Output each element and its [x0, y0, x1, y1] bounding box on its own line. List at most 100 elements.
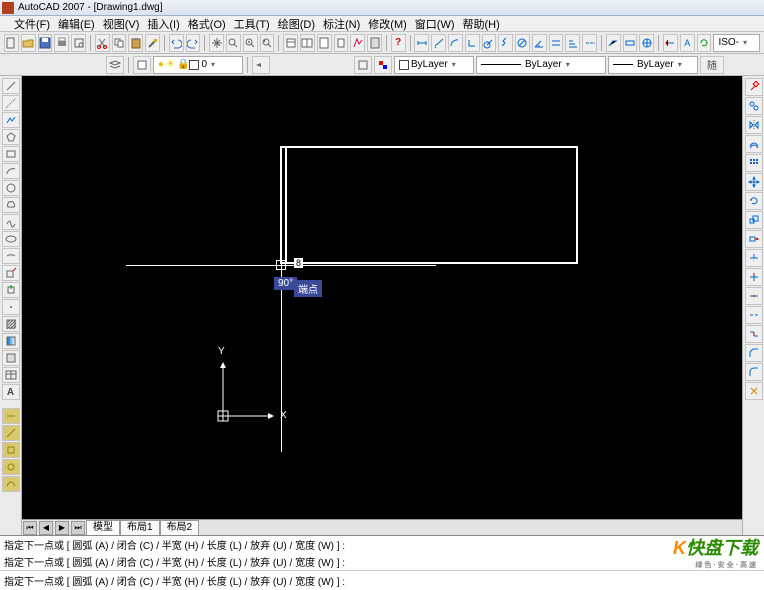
break-at-point-icon[interactable] [745, 287, 763, 305]
join-tool-icon[interactable] [745, 325, 763, 343]
extra-5-icon[interactable] [2, 476, 20, 492]
preview-icon[interactable] [71, 34, 86, 52]
line-tool-icon[interactable] [2, 78, 20, 94]
explode-tool-icon[interactable] [745, 382, 763, 400]
menu-modify[interactable]: 修改(M) [368, 16, 407, 32]
color-picker-icon[interactable] [374, 56, 392, 74]
dim-diameter-icon[interactable] [515, 34, 530, 52]
circle-tool-icon[interactable] [2, 180, 20, 196]
dim-edit-icon[interactable] [663, 34, 678, 52]
tab-prev-icon[interactable]: ◀ [39, 521, 53, 535]
spline-tool-icon[interactable] [2, 214, 20, 230]
trim-tool-icon[interactable] [745, 249, 763, 267]
redo-icon[interactable] [186, 34, 201, 52]
dim-linear-icon[interactable] [414, 34, 429, 52]
menu-insert[interactable]: 插入(I) [147, 16, 179, 32]
new-icon[interactable] [4, 34, 19, 52]
fillet-tool-icon[interactable] [745, 363, 763, 381]
layer-prev-icon[interactable] [252, 56, 270, 74]
erase-tool-icon[interactable] [745, 78, 763, 96]
cut-icon[interactable] [95, 34, 110, 52]
model-tab[interactable]: 模型 [86, 520, 120, 535]
dim-update-icon[interactable] [697, 34, 712, 52]
dim-angular-icon[interactable] [532, 34, 547, 52]
random-button[interactable]: 随 [700, 56, 724, 74]
markup-icon[interactable] [350, 34, 365, 52]
dim-ordinate-icon[interactable] [465, 34, 480, 52]
menu-draw[interactable]: 绘图(D) [278, 16, 315, 32]
dim-quick-icon[interactable] [549, 34, 564, 52]
pan-icon[interactable] [209, 34, 224, 52]
undo-icon[interactable] [169, 34, 184, 52]
layout1-tab[interactable]: 布局1 [120, 520, 160, 535]
dim-baseline-icon[interactable] [565, 34, 580, 52]
dim-jogged-icon[interactable] [498, 34, 513, 52]
rotate-tool-icon[interactable] [745, 192, 763, 210]
dim-text-edit-icon[interactable]: A [680, 34, 695, 52]
sheet-set-icon[interactable] [334, 34, 349, 52]
menu-edit[interactable]: 编辑(E) [58, 16, 95, 32]
table-tool-icon[interactable] [2, 367, 20, 383]
design-center-icon[interactable] [300, 34, 315, 52]
layer-filter-icon[interactable] [133, 56, 151, 74]
zoom-previous-icon[interactable] [260, 34, 275, 52]
point-tool-icon[interactable] [2, 299, 20, 315]
dim-radius-icon[interactable] [482, 34, 497, 52]
tab-first-icon[interactable]: ⏮ [23, 521, 37, 535]
dim-aligned-icon[interactable] [431, 34, 446, 52]
hatch-tool-icon[interactable] [2, 316, 20, 332]
center-mark-icon[interactable] [639, 34, 654, 52]
stretch-tool-icon[interactable] [745, 230, 763, 248]
dynamic-input[interactable]: 8 [294, 258, 303, 268]
color-dropdown[interactable]: ByLayer [394, 56, 474, 74]
command-input[interactable]: 指定下一点或 [ 圆弧 (A) / 闭合 (C) / 半宽 (H) / 长度 (… [0, 570, 764, 590]
tolerance-icon[interactable] [623, 34, 638, 52]
menu-tools[interactable]: 工具(T) [234, 16, 270, 32]
copy-tool-icon[interactable] [745, 97, 763, 115]
help-icon[interactable]: ? [391, 34, 406, 52]
menu-view[interactable]: 视图(V) [103, 16, 140, 32]
menu-help[interactable]: 帮助(H) [463, 16, 500, 32]
print-icon[interactable] [54, 34, 69, 52]
linetype-dropdown[interactable]: ByLayer [476, 56, 606, 74]
layer-dropdown[interactable]: ● ☀ 🔒 0 [153, 56, 243, 74]
menu-window[interactable]: 窗口(W) [415, 16, 455, 32]
tab-next-icon[interactable]: ▶ [55, 521, 69, 535]
match-icon[interactable] [145, 34, 160, 52]
properties-toggle-icon[interactable] [354, 56, 372, 74]
copy-icon[interactable] [112, 34, 127, 52]
insert-block-icon[interactable] [2, 265, 20, 281]
mirror-tool-icon[interactable] [745, 116, 763, 134]
menu-file[interactable]: 文件(F) [14, 16, 50, 32]
leader-icon[interactable] [606, 34, 621, 52]
gradient-tool-icon[interactable] [2, 333, 20, 349]
rectangle-tool-icon[interactable] [2, 146, 20, 162]
dim-continue-icon[interactable] [582, 34, 597, 52]
layout2-tab[interactable]: 布局2 [160, 520, 200, 535]
save-icon[interactable] [38, 34, 53, 52]
polygon-tool-icon[interactable] [2, 129, 20, 145]
extend-tool-icon[interactable] [745, 268, 763, 286]
menu-format[interactable]: 格式(O) [188, 16, 226, 32]
menu-bar[interactable]: 文件(F) 编辑(E) 视图(V) 插入(I) 格式(O) 工具(T) 绘图(D… [0, 16, 764, 32]
dim-style-dropdown[interactable]: ISO- [713, 34, 760, 52]
extra-1-icon[interactable] [2, 408, 20, 424]
arc-tool-icon[interactable] [2, 163, 20, 179]
tool-palettes-icon[interactable] [317, 34, 332, 52]
array-tool-icon[interactable] [745, 154, 763, 172]
extra-4-icon[interactable] [2, 459, 20, 475]
polyline-tool-icon[interactable] [2, 112, 20, 128]
calc-icon[interactable] [367, 34, 382, 52]
make-block-icon[interactable] [2, 282, 20, 298]
zoom-window-icon[interactable] [243, 34, 258, 52]
offset-tool-icon[interactable] [745, 135, 763, 153]
move-tool-icon[interactable] [745, 173, 763, 191]
drawing-canvas[interactable]: 8 90° 端点 X Y ⏮ ◀ ▶ ⏭ 模型 布局1 布局2 [22, 76, 742, 535]
construction-line-icon[interactable] [2, 95, 20, 111]
ellipse-tool-icon[interactable] [2, 231, 20, 247]
region-tool-icon[interactable] [2, 350, 20, 366]
paste-icon[interactable] [128, 34, 143, 52]
tab-last-icon[interactable]: ⏭ [71, 521, 85, 535]
lineweight-dropdown[interactable]: ByLayer [608, 56, 698, 74]
break-tool-icon[interactable] [745, 306, 763, 324]
